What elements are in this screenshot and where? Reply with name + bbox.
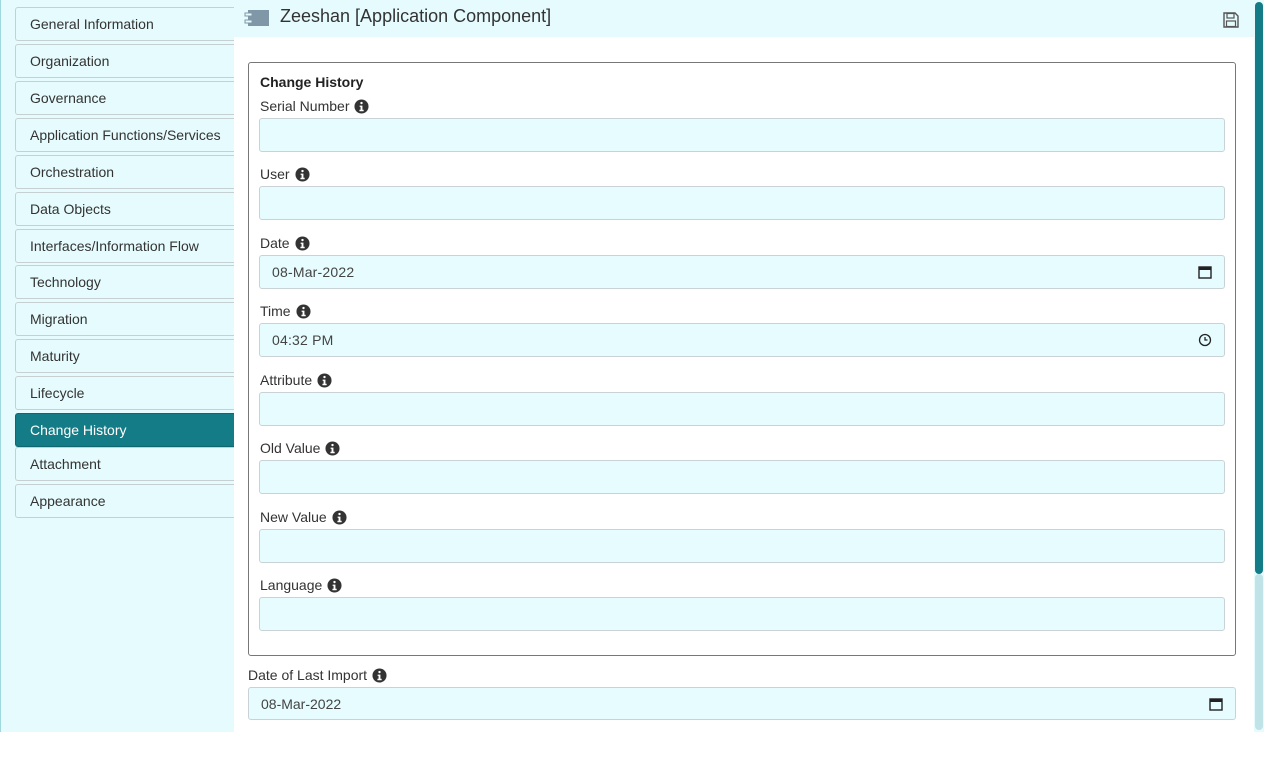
time-label: Time xyxy=(260,303,311,319)
app-frame: General Information Organization Governa… xyxy=(0,0,1276,732)
page-title: Zeeshan [Application Component] xyxy=(280,6,552,26)
info-icon[interactable] xyxy=(327,577,342,593)
clock-icon[interactable] xyxy=(1198,333,1212,347)
old-value-input[interactable] xyxy=(259,460,1225,494)
sidebar-item-label: Change History xyxy=(30,422,127,438)
sidebar-item-orchestration[interactable]: Orchestration xyxy=(15,155,237,189)
sidebar-item-label: Orchestration xyxy=(30,164,115,180)
scrollbar-thumb[interactable] xyxy=(1255,2,1263,574)
sidebar-item-label: Interfaces/Information Flow xyxy=(30,238,199,254)
field-value: 08-Mar-2022 xyxy=(261,695,342,712)
field-label-text: Language xyxy=(260,577,323,593)
sidebar-item-attachment[interactable]: Attachment xyxy=(15,447,237,481)
user-label: User xyxy=(260,166,310,182)
serial-number-input[interactable] xyxy=(259,118,1225,152)
info-icon[interactable] xyxy=(354,98,370,114)
date-input[interactable]: 08-Mar-2022 xyxy=(259,255,1225,289)
attribute-label: Attribute xyxy=(260,372,332,388)
info-icon[interactable] xyxy=(325,440,340,456)
user-input[interactable] xyxy=(259,186,1225,220)
sidebar-item-governance[interactable]: Governance xyxy=(15,81,237,115)
field-label-text: Time xyxy=(260,303,291,319)
field-label-text: Old Value xyxy=(260,440,321,456)
calendar-icon[interactable] xyxy=(1209,697,1223,711)
language-label: Language xyxy=(260,577,342,593)
new-value-input[interactable] xyxy=(259,529,1225,563)
serial-number-label: Serial Number xyxy=(260,98,370,114)
calendar-icon[interactable] xyxy=(1198,265,1212,279)
info-icon[interactable] xyxy=(296,303,311,319)
language-input[interactable] xyxy=(259,597,1225,631)
field-label-text: Date xyxy=(260,235,290,251)
info-icon[interactable] xyxy=(295,166,310,182)
sidebar-item-label: Technology xyxy=(30,274,101,290)
field-label-text: Date of Last Import xyxy=(248,667,368,683)
field-value: 04:32 PM xyxy=(272,332,334,348)
sidebar-item-data-objects[interactable]: Data Objects xyxy=(15,192,237,226)
sidebar-item-migration[interactable]: Migration xyxy=(15,302,237,336)
sidebar-item-application-functions-services[interactable]: Application Functions/Services xyxy=(15,118,237,152)
date-of-last-import-label: Date of Last Import xyxy=(248,667,387,683)
sidebar-item-label: Organization xyxy=(30,53,110,69)
sidebar-item-lifecycle[interactable]: Lifecycle xyxy=(15,376,237,410)
field-label-text: New Value xyxy=(260,509,327,525)
sidebar-item-general-information[interactable]: General Information xyxy=(15,7,237,41)
info-icon[interactable] xyxy=(295,235,310,251)
sidebar: General Information Organization Governa… xyxy=(0,0,237,732)
field-label-text: Attribute xyxy=(260,372,313,388)
old-value-label: Old Value xyxy=(260,440,340,456)
attribute-input[interactable] xyxy=(259,392,1225,426)
field-label-text: User xyxy=(260,166,290,182)
sidebar-item-maturity[interactable]: Maturity xyxy=(15,339,237,373)
page-header: Zeeshan [Application Component] xyxy=(234,0,1254,37)
sidebar-item-label: Data Objects xyxy=(30,201,111,217)
main-content: Zeeshan [Application Component] Change H… xyxy=(234,0,1254,732)
sidebar-item-label: Attachment xyxy=(30,456,101,472)
info-icon[interactable] xyxy=(317,372,332,388)
sidebar-item-interfaces-information-flow[interactable]: Interfaces/Information Flow xyxy=(15,229,237,263)
sidebar-item-label: Application Functions/Services xyxy=(30,127,221,143)
sidebar-item-change-history[interactable]: Change History xyxy=(15,413,237,447)
panel-title: Change History xyxy=(260,74,364,90)
sidebar-item-label: General Information xyxy=(30,16,154,32)
change-history-panel: Change History Serial Number User Date 0… xyxy=(248,62,1236,656)
field-label-text: Serial Number xyxy=(260,98,350,114)
info-icon[interactable] xyxy=(332,509,347,525)
info-icon[interactable] xyxy=(372,667,387,683)
sidebar-item-appearance[interactable]: Appearance xyxy=(15,484,237,518)
time-input[interactable]: 04:32 PM xyxy=(259,323,1225,357)
sidebar-item-label: Migration xyxy=(30,311,88,327)
sidebar-item-label: Appearance xyxy=(30,493,106,509)
date-label: Date xyxy=(260,235,310,251)
field-value: 08-Mar-2022 xyxy=(272,264,355,280)
application-component-icon xyxy=(244,10,269,26)
scrollbar-track-lower[interactable] xyxy=(1255,574,1263,730)
sidebar-item-label: Lifecycle xyxy=(30,385,85,401)
date-of-last-import-input[interactable]: 08-Mar-2022 xyxy=(248,687,1236,720)
sidebar-item-technology[interactable]: Technology xyxy=(15,265,237,299)
sidebar-item-label: Maturity xyxy=(30,348,80,364)
new-value-label: New Value xyxy=(260,509,347,525)
save-icon[interactable] xyxy=(1222,11,1240,29)
sidebar-item-label: Governance xyxy=(30,90,107,106)
sidebar-item-organization[interactable]: Organization xyxy=(15,44,237,78)
